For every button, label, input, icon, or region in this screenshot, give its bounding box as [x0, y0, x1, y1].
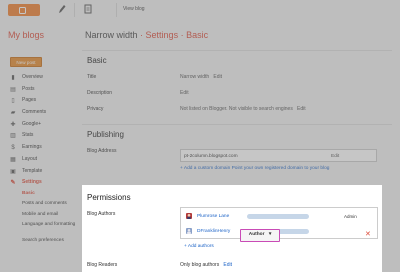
blog-readers-label: Blog Readers [87, 262, 118, 268]
chevron-down-icon: ▾ [268, 232, 272, 237]
author-row: DFranklinHenry [181, 224, 379, 239]
author-role: Admin [344, 213, 357, 219]
avatar [186, 213, 192, 219]
author-role-dropdown[interactable]: Author ▾ [240, 229, 280, 242]
edit-readers-link[interactable]: Edit [223, 262, 232, 268]
permissions-panel: Permissions Blog Authors Plumrose Lane A… [82, 185, 382, 272]
author-name[interactable]: Plumrose Lane [197, 214, 229, 219]
avatar [186, 228, 192, 234]
blog-readers-value: Only blog authors Edit [180, 262, 232, 268]
modal-overlay [0, 185, 82, 272]
modal-overlay [382, 185, 400, 272]
remove-author-icon[interactable]: ✕ [365, 229, 371, 241]
redacted-email [247, 214, 309, 219]
author-role-dropdown-label: Author [248, 232, 265, 237]
permissions-title: Permissions [87, 193, 131, 202]
author-row: Plumrose Lane Admin [181, 209, 379, 224]
blog-readers-setting: Only blog authors [180, 262, 220, 268]
author-name[interactable]: DFranklinHenry [197, 229, 230, 234]
add-authors-link[interactable]: + Add authors [184, 244, 214, 249]
blog-authors-label: Blog Authors [87, 211, 116, 217]
modal-overlay [0, 0, 400, 185]
